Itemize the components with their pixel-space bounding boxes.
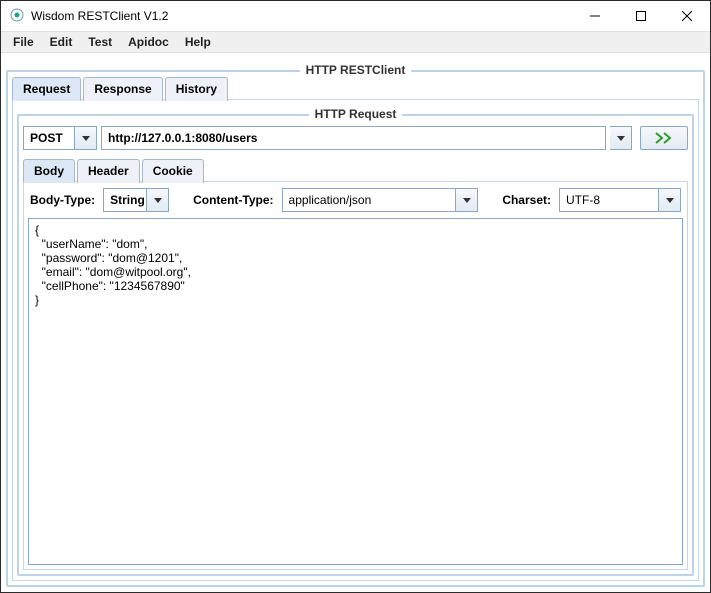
chevron-down-icon[interactable]	[659, 188, 681, 212]
request-body-textarea[interactable]: { "userName": "dom", "password": "dom@12…	[28, 218, 683, 565]
request-line-row: POST http://127.0.0.1:8080/users	[23, 126, 688, 150]
app-window: Wisdom RESTClient V1.2 File Edit Test Ap…	[0, 0, 711, 593]
window-controls	[572, 1, 710, 31]
menu-test[interactable]: Test	[80, 32, 120, 52]
body-options-row: Body-Type: String Content-Type: applicat…	[28, 186, 683, 214]
minimize-button[interactable]	[572, 1, 618, 31]
double-chevron-right-icon	[654, 131, 674, 145]
send-button[interactable]	[640, 126, 688, 150]
menubar: File Edit Test Apidoc Help	[1, 31, 710, 53]
window-title: Wisdom RESTClient V1.2	[31, 9, 572, 23]
body-type-select[interactable]: String	[103, 188, 169, 212]
content-type-label: Content-Type:	[193, 188, 277, 212]
body-type-label: Body-Type:	[30, 188, 99, 212]
app-icon	[9, 7, 25, 26]
close-button[interactable]	[664, 1, 710, 31]
subtab-body[interactable]: Body	[23, 159, 75, 183]
main-tab-pane: HTTP Request POST http://127.0.0.1:8080/…	[12, 99, 699, 581]
url-history-dropdown[interactable]	[610, 126, 632, 150]
request-subtabs: Body Header Cookie	[23, 158, 688, 182]
charset-label: Charset:	[502, 188, 555, 212]
menu-apidoc[interactable]: Apidoc	[120, 32, 177, 52]
http-restclient-group: HTTP RESTClient Request Response History…	[6, 70, 705, 587]
http-request-group-title: HTTP Request	[309, 107, 403, 121]
chevron-down-icon[interactable]	[147, 188, 169, 212]
menu-help[interactable]: Help	[177, 32, 219, 52]
url-input[interactable]: http://127.0.0.1:8080/users	[101, 126, 606, 150]
http-method-value: POST	[23, 126, 75, 150]
subtab-header[interactable]: Header	[77, 159, 140, 183]
http-request-group: HTTP Request POST http://127.0.0.1:8080/…	[17, 114, 694, 576]
main-tabs: Request Response History	[12, 76, 699, 100]
titlebar: Wisdom RESTClient V1.2	[1, 1, 710, 31]
subtab-pane: Body-Type: String Content-Type: applicat…	[23, 181, 688, 570]
maximize-button[interactable]	[618, 1, 664, 31]
http-method-select[interactable]: POST	[23, 126, 97, 150]
client-area: HTTP RESTClient Request Response History…	[1, 53, 710, 592]
tab-response[interactable]: Response	[83, 77, 162, 101]
http-restclient-group-title: HTTP RESTClient	[300, 63, 412, 77]
content-type-value: application/json	[282, 188, 457, 212]
charset-select[interactable]: UTF-8	[559, 188, 681, 212]
tab-request[interactable]: Request	[12, 77, 81, 101]
content-type-select[interactable]: application/json	[282, 188, 479, 212]
chevron-down-icon[interactable]	[75, 126, 97, 150]
body-type-value: String	[103, 188, 147, 212]
tab-history[interactable]: History	[165, 77, 228, 101]
subtab-cookie[interactable]: Cookie	[142, 159, 204, 183]
charset-value: UTF-8	[559, 188, 659, 212]
chevron-down-icon[interactable]	[456, 188, 478, 212]
menu-edit[interactable]: Edit	[42, 32, 81, 52]
menu-file[interactable]: File	[5, 32, 42, 52]
